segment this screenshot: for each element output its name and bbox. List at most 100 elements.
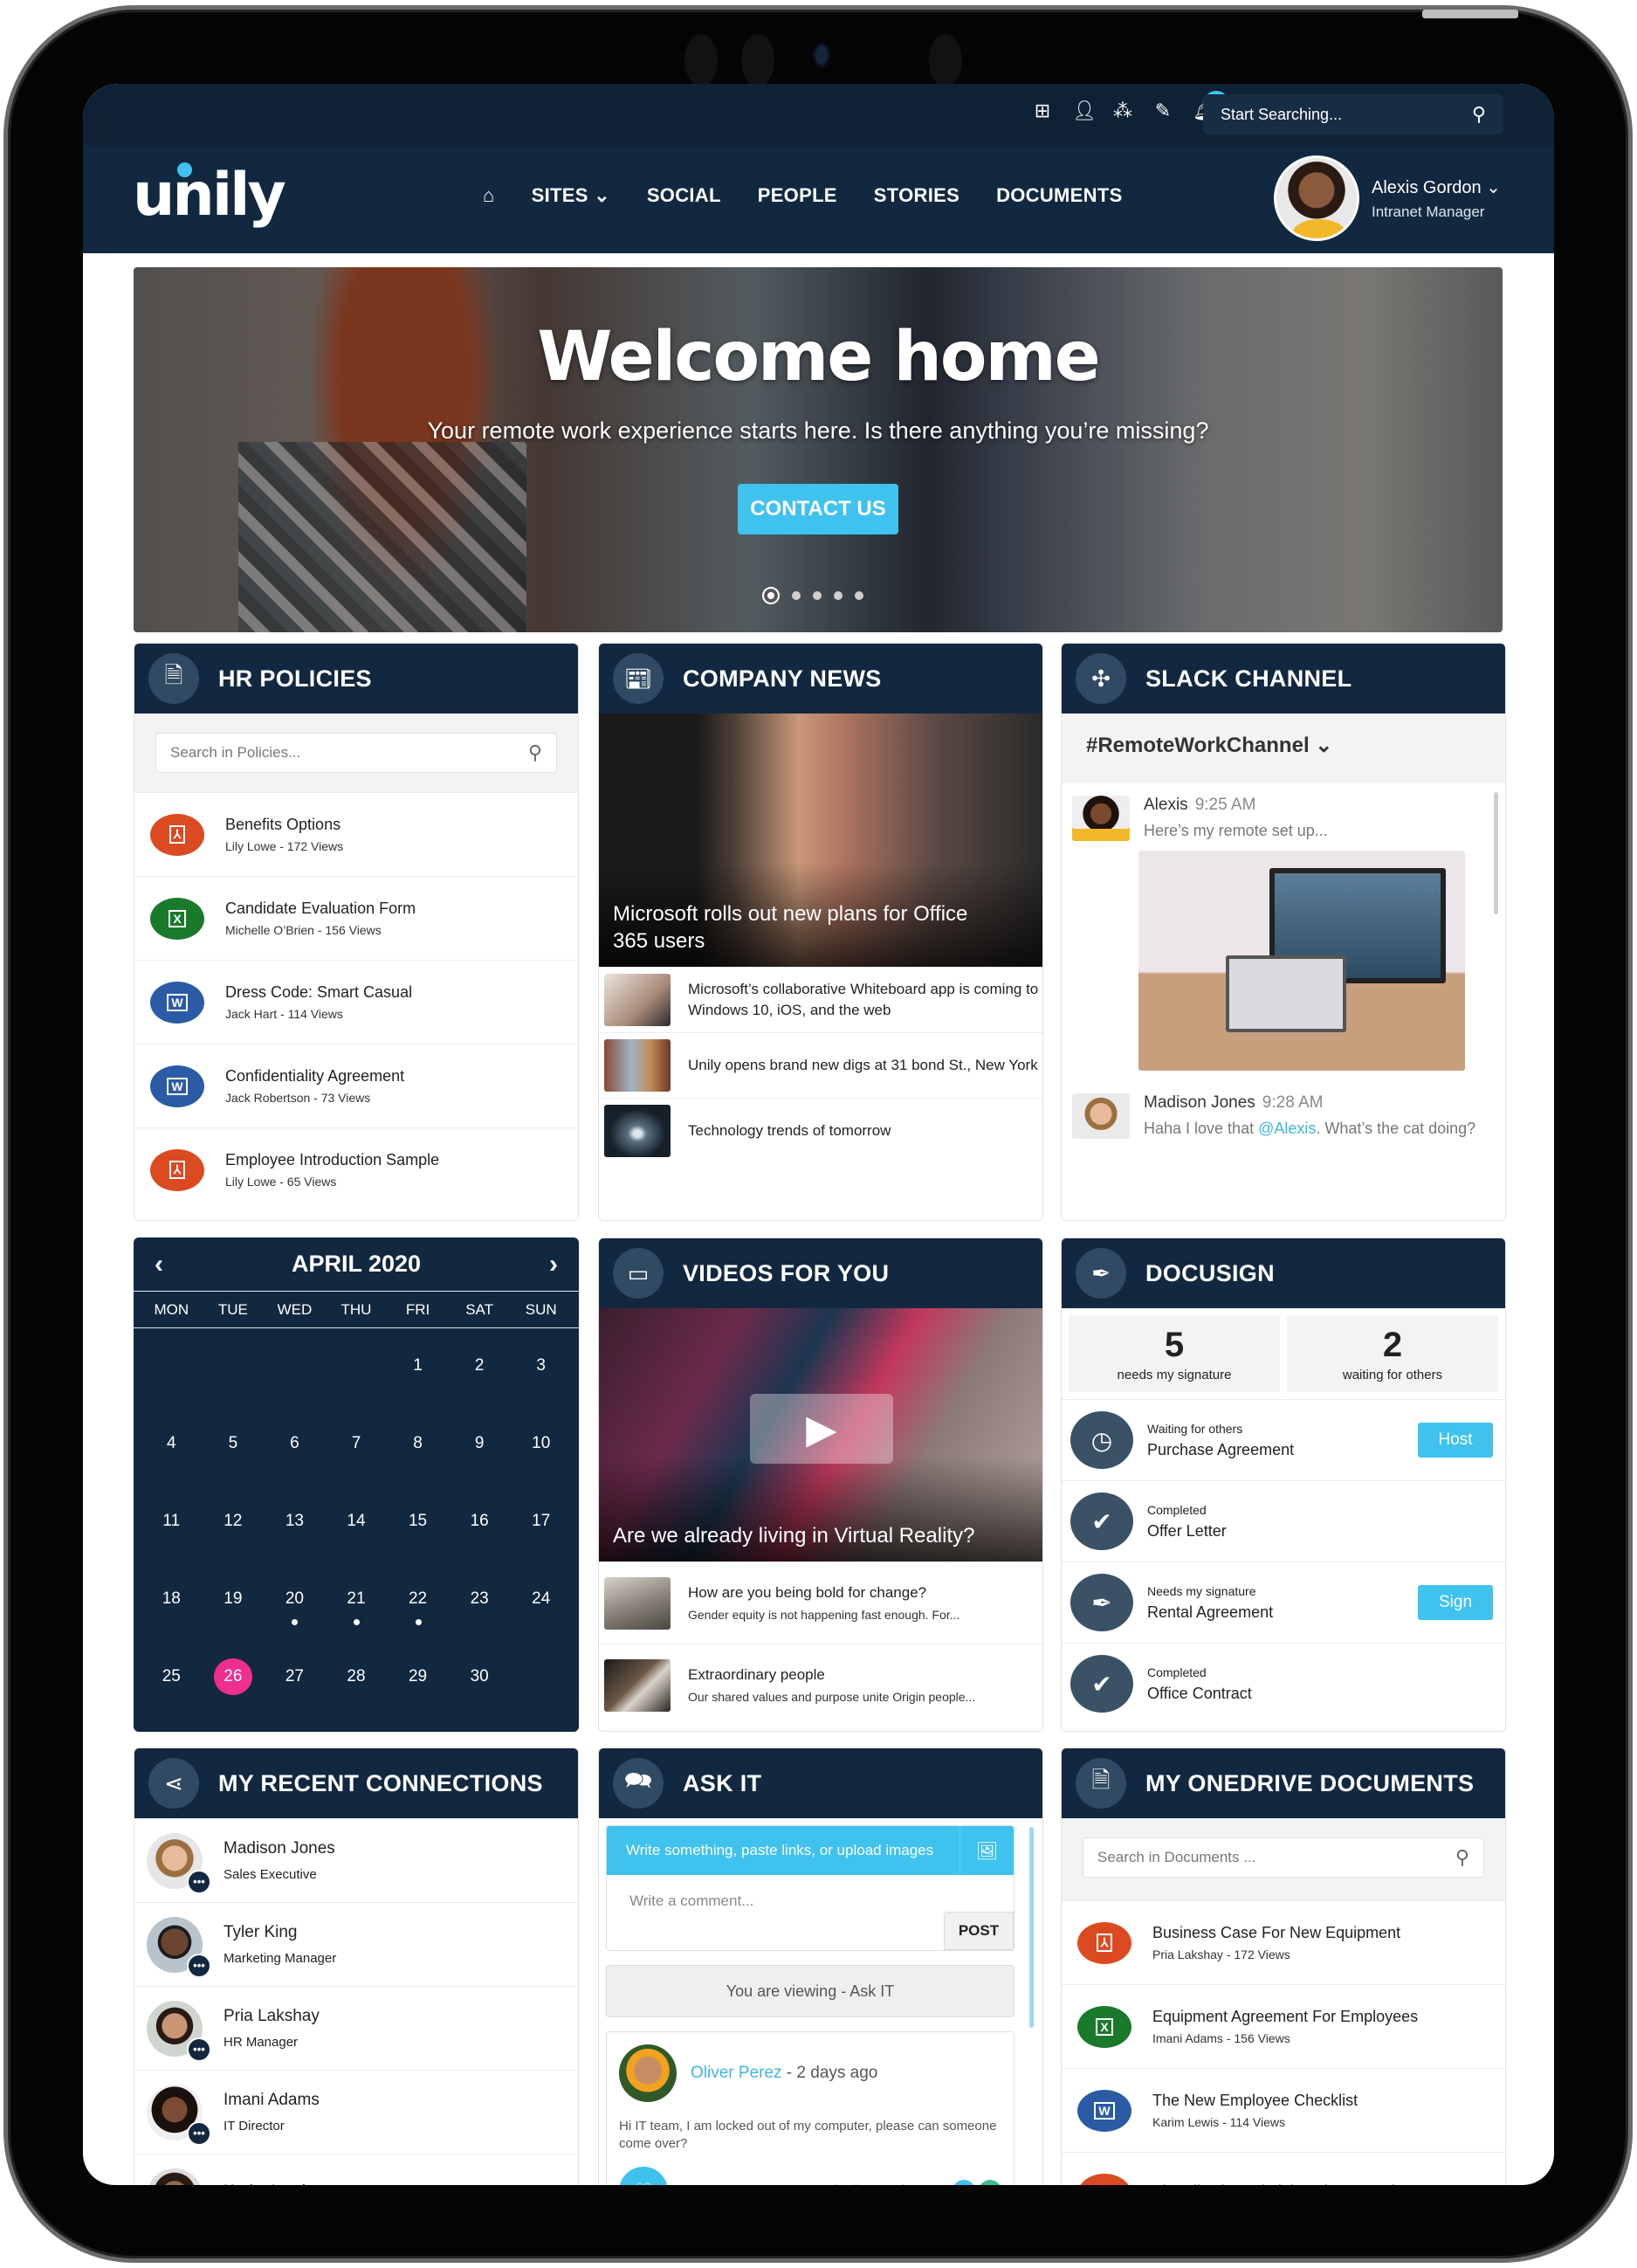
sign-button[interactable]: Sign — [1418, 1585, 1493, 1620]
scrollbar[interactable] — [1029, 1827, 1034, 2028]
calendar-day[interactable]: 5 — [203, 1418, 265, 1496]
calendar-day[interactable]: 10 — [510, 1418, 572, 1496]
react-button[interactable]: ♡React — [619, 2167, 723, 2185]
calendar-day[interactable]: 18 — [141, 1574, 203, 1651]
more-options-icon[interactable]: ••• — [187, 1953, 211, 1978]
featured-news[interactable]: Microsoft rolls out new plans for Office… — [599, 713, 1042, 967]
mention-link[interactable]: @Alexis — [1258, 1120, 1316, 1137]
nav-stories[interactable]: STORIES — [874, 184, 960, 207]
connection-item[interactable]: ••• Karim Lewis — [134, 2154, 578, 2185]
calendar-day[interactable]: 30 — [449, 1651, 511, 1729]
envelope-item[interactable]: ✔ Completed Office Contract — [1062, 1643, 1505, 1724]
document-item[interactable]: ⅄ Employee Introduction Sample Lily Lowe… — [134, 1127, 578, 1211]
calendar-day-today[interactable]: 26 — [203, 1651, 265, 1729]
prev-month-icon[interactable]: ‹ — [155, 1250, 163, 1279]
carousel-dot[interactable] — [855, 591, 863, 600]
calendar-day[interactable]: 16 — [449, 1496, 511, 1574]
more-options-icon[interactable]: ••• — [187, 1869, 211, 1894]
calendar-day[interactable]: 24 — [510, 1574, 572, 1651]
calendar-day[interactable]: 8 — [387, 1418, 449, 1496]
play-icon[interactable]: ▶ — [750, 1394, 893, 1464]
compose-input[interactable]: Write something, paste links, or upload … — [607, 1826, 1014, 1875]
post-author[interactable]: Oliver Perez — [691, 2064, 782, 2082]
calendar-day[interactable]: 15 — [387, 1496, 449, 1574]
calendar-day[interactable]: 17 — [510, 1496, 572, 1574]
shared-image[interactable] — [1138, 851, 1465, 1071]
carousel-dot[interactable] — [792, 591, 801, 600]
calendar-day[interactable]: 27 — [264, 1651, 326, 1729]
calendar-day[interactable]: 29 — [387, 1651, 449, 1729]
calendar-day[interactable]: 6 — [264, 1418, 326, 1496]
edit-icon[interactable]: ✎ — [1152, 100, 1173, 122]
document-item[interactable]: X Equipment Agreement For Employees Iman… — [1062, 1984, 1505, 2068]
calendar-day[interactable]: 25 — [141, 1651, 203, 1729]
calendar-day[interactable]: 1 — [387, 1341, 449, 1418]
connection-item[interactable]: ••• Tyler King Marketing Manager — [134, 1902, 578, 1986]
image-upload-icon[interactable]: 🖼︎ — [960, 1826, 1014, 1875]
documents-search-input[interactable]: Search in Documents ... ⚲ — [1083, 1837, 1484, 1878]
global-search-input[interactable]: Start Searching... ⚲ — [1203, 94, 1503, 134]
next-month-icon[interactable]: › — [549, 1250, 558, 1279]
connection-item[interactable]: ••• Imani Adams IT Director — [134, 2070, 578, 2154]
nav-social[interactable]: SOCIAL — [647, 184, 721, 207]
connection-item[interactable]: ••• Pria Lakshay HR Manager — [134, 1986, 578, 2070]
carousel-dot[interactable] — [834, 591, 843, 600]
calendar-day[interactable]: 19 — [203, 1574, 265, 1651]
scrollbar[interactable] — [1494, 792, 1498, 914]
carousel-dot[interactable] — [813, 591, 822, 600]
contact-us-button[interactable]: CONTACT US — [738, 484, 898, 534]
document-item[interactable]: W Dress Code: Smart Casual Jack Hart - 1… — [134, 960, 578, 1044]
envelope-item[interactable]: ✔ Completed Offer Letter — [1062, 1480, 1505, 1561]
envelope-item[interactable]: ◷ Waiting for others Purchase Agreement … — [1062, 1399, 1505, 1480]
stat-needs-signature[interactable]: 5 needs my signature — [1069, 1315, 1280, 1392]
search-icon[interactable]: ⚲ — [1455, 1846, 1469, 1869]
calendar-day[interactable]: 9 — [449, 1418, 511, 1496]
news-item[interactable]: Microsoft’s collaborative Whiteboard app… — [599, 967, 1042, 1032]
calendar-day[interactable]: 12 — [203, 1496, 265, 1574]
search-icon[interactable]: ⚲ — [1472, 103, 1486, 126]
document-item[interactable]: ⅄ Virtualization Administration Overview — [1062, 2152, 1505, 2185]
stars-icon[interactable]: ⁂ — [1112, 100, 1133, 122]
document-item[interactable]: ⅄ Benefits Options Lily Lowe - 172 Views — [134, 792, 578, 876]
calendar-day[interactable]: 21 — [326, 1574, 388, 1651]
document-item[interactable]: W The New Employee Checklist Karim Lewis… — [1062, 2068, 1505, 2152]
nav-people[interactable]: PEOPLE — [758, 184, 837, 207]
nav-documents[interactable]: DOCUMENTS — [996, 184, 1122, 207]
news-item[interactable]: Technology trends of tomorrow — [599, 1098, 1042, 1163]
news-item[interactable]: Unily opens brand new digs at 31 bond St… — [599, 1032, 1042, 1098]
video-item[interactable]: Extraordinary people Our shared values an… — [599, 1644, 1042, 1726]
calendar-day[interactable]: 23 — [449, 1574, 511, 1651]
featured-video[interactable]: ▶ Are we already living in Virtual Reali… — [599, 1308, 1042, 1561]
nav-sites[interactable]: SITES ⌄ — [532, 184, 610, 207]
policies-search-input[interactable]: Search in Policies... ⚲ — [155, 733, 557, 773]
windows-icon[interactable]: ⊞ — [1032, 100, 1053, 122]
stat-waiting-others[interactable]: 2 waiting for others — [1287, 1315, 1498, 1392]
calendar-day[interactable]: 3 — [510, 1341, 572, 1418]
calendar-day[interactable]: 7 — [326, 1418, 388, 1496]
comment-input[interactable]: Write a comment... POST — [607, 1875, 1014, 1950]
document-item[interactable]: W Confidentiality Agreement Jack Roberts… — [134, 1044, 578, 1127]
unily-logo[interactable]: unily — [133, 161, 286, 230]
reactors-link[interactable]: Alexis Gordon + 2♥💬︎ — [823, 2180, 1001, 2185]
more-options-icon[interactable]: ••• — [187, 2037, 211, 2062]
calendar-day[interactable]: 28 — [326, 1651, 388, 1729]
more-options-icon[interactable]: ••• — [187, 2120, 211, 2146]
calendar-day[interactable]: 14 — [326, 1496, 388, 1574]
calendar-day[interactable]: 11 — [141, 1496, 203, 1574]
carousel-dot[interactable] — [762, 587, 780, 604]
host-button[interactable]: Host — [1418, 1423, 1493, 1458]
envelope-item[interactable]: ✒ Needs my signature Rental Agreement Si… — [1062, 1561, 1505, 1643]
post-button[interactable]: POST — [944, 1912, 1014, 1950]
home-icon[interactable]: ⌂ — [483, 184, 495, 207]
document-item[interactable]: ⅄ Business Case For New Equipment Pria L… — [1062, 1900, 1505, 1984]
video-item[interactable]: How are you being bold for change? Gender… — [599, 1561, 1042, 1644]
person-icon[interactable]: 👤︎ — [1072, 100, 1097, 122]
calendar-day[interactable]: 20 — [264, 1574, 326, 1651]
calendar-day[interactable]: 22 — [387, 1574, 449, 1651]
connection-item[interactable]: ••• Madison Jones Sales Executive — [134, 1818, 578, 1902]
calendar-day[interactable]: 2 — [449, 1341, 511, 1418]
channel-selector[interactable]: #RemoteWorkChannel ⌄ — [1062, 713, 1505, 783]
document-item[interactable]: X Candidate Evaluation Form Michelle O’B… — [134, 876, 578, 960]
user-menu[interactable]: Alexis Gordon ⌄ Intranet Manager — [1274, 155, 1501, 241]
calendar-day[interactable]: 13 — [264, 1496, 326, 1574]
